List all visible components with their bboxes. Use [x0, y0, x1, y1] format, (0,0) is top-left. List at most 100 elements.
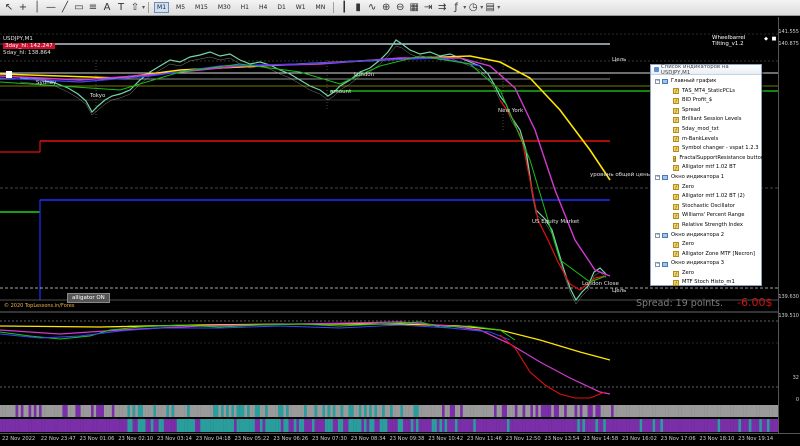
- histogram-bar-lower: [327, 419, 331, 432]
- histogram-bar-lower: [140, 419, 144, 432]
- indicator-item[interactable]: f Alligator mtf 1.02 BT (2): [651, 192, 761, 202]
- timeframe-w1-button[interactable]: W1: [293, 2, 309, 13]
- collapse-icon[interactable]: −: [655, 175, 660, 181]
- histogram-bar-lower: [475, 419, 479, 432]
- histogram-bar-lower: [122, 419, 125, 432]
- timeframe-h4-button[interactable]: H4: [256, 2, 270, 13]
- histogram-bar-lower: [343, 419, 346, 432]
- indicator-item-label: Alligator Zone MTF [Necron]: [682, 250, 755, 257]
- histogram-bar-upper: [647, 405, 651, 417]
- trendline-icon[interactable]: ╱: [59, 2, 71, 14]
- timeframe-m5-button[interactable]: M5: [173, 2, 188, 13]
- histogram-bar-lower: [514, 419, 518, 432]
- templates-icon[interactable]: ▤: [484, 2, 496, 14]
- indicator-item[interactable]: f BID Profit_$: [651, 96, 761, 106]
- histogram-bar-lower: [364, 419, 367, 432]
- histogram-bar-lower: [67, 419, 71, 432]
- periods-dropdown-icon[interactable]: ▾: [480, 4, 483, 11]
- timeframe-m30-button[interactable]: M30: [215, 2, 234, 13]
- indicator-group[interactable]: − Окно индикатора 3: [651, 259, 761, 269]
- ea-remove-icon[interactable]: ■: [771, 36, 777, 42]
- templates-dropdown-icon[interactable]: ▾: [497, 4, 500, 11]
- histogram-bar-lower: [85, 419, 89, 432]
- histogram-bar-upper: [418, 405, 422, 417]
- chart-area[interactable]: USDJPY,M1 3day_hl: 142.247 5day_hl: 138.…: [0, 17, 778, 433]
- autoscroll-icon[interactable]: ⇉: [436, 2, 448, 14]
- histogram-bar-upper: [158, 405, 162, 417]
- histogram-bar-lower: [431, 419, 435, 432]
- indicator-item[interactable]: f Stochastic Oscillator: [651, 202, 761, 212]
- timeframe-d1-button[interactable]: D1: [274, 2, 288, 13]
- candlestick-icon[interactable]: ▮: [352, 2, 364, 14]
- bar-chart-icon[interactable]: ┃: [338, 2, 350, 14]
- text-icon[interactable]: A: [101, 2, 113, 14]
- indicator-group[interactable]: − Главный график: [651, 77, 761, 87]
- histogram-bar-lower: [72, 419, 76, 432]
- alligator-toggle-button[interactable]: alligator ON: [67, 293, 110, 303]
- arrow-icon[interactable]: ⇧: [129, 2, 141, 14]
- indicator-group[interactable]: − Окно индикатора 1: [651, 173, 761, 183]
- line-chart-icon[interactable]: ∿: [366, 2, 378, 14]
- fibonacci-icon[interactable]: ≡: [87, 2, 99, 14]
- time-label: 23 Nov 06:26: [273, 436, 309, 442]
- indicator-item[interactable]: f Brilliant Session Levels: [651, 115, 761, 125]
- histogram-bar-lower: [754, 419, 757, 432]
- histogram-bar-upper: [57, 405, 60, 417]
- histogram-bar-upper: [704, 405, 708, 417]
- histogram-bar-lower: [304, 419, 307, 432]
- periods-clock-icon[interactable]: ◷: [467, 2, 479, 14]
- timeframe-mn-button[interactable]: MN: [313, 2, 329, 13]
- indicator-item[interactable]: f Zero: [651, 269, 761, 279]
- indicator-item[interactable]: f Alligator Zone MTF [Necron]: [651, 250, 761, 260]
- indicator-item[interactable]: f TAS_MT4_StaticPCLs: [651, 87, 761, 97]
- histogram-bar-upper: [486, 405, 489, 417]
- indicator-item[interactable]: f Alligator mtf 1.02 BT: [651, 163, 761, 173]
- indicator-item[interactable]: f Relative Strength Index: [651, 221, 761, 231]
- time-axis[interactable]: 22 Nov 2022 22 Nov 23:47 23 Nov 01:06 23 No…: [0, 433, 800, 446]
- indicator-item[interactable]: f Zero: [651, 240, 761, 250]
- more-tools-dropdown-icon[interactable]: ▾: [142, 4, 145, 11]
- indicator-list-panel[interactable]: Список индикаторов на USDJPY,M1 − Главный…: [650, 64, 777, 288]
- price-scale[interactable]: 141.555 140.875 139.630 139.510 32 0: [778, 17, 800, 433]
- timeframe-m1-button[interactable]: M1: [154, 2, 170, 13]
- indicator-item[interactable]: f MTF Stoch Histo_m1: [651, 278, 761, 288]
- collapse-icon[interactable]: −: [655, 232, 660, 238]
- tile-windows-icon[interactable]: ▦: [408, 2, 420, 14]
- channel-icon[interactable]: ▭: [73, 2, 85, 14]
- vertical-line-icon[interactable]: │: [31, 2, 43, 14]
- histogram-bar-lower: [10, 419, 14, 432]
- indicator-item[interactable]: f Zero: [651, 183, 761, 193]
- histogram-bar-upper: [54, 405, 58, 417]
- indicators-icon[interactable]: ƒ: [450, 2, 462, 14]
- ea-settings-icon[interactable]: ◆: [763, 36, 769, 42]
- horizontal-line-icon[interactable]: —: [45, 2, 57, 14]
- indicator-item[interactable]: f m-BankLevels: [651, 135, 761, 145]
- timeframe-h1-button[interactable]: H1: [238, 2, 252, 13]
- histogram-bar-lower: [26, 419, 29, 432]
- histogram-bar-lower: [449, 419, 453, 432]
- zoom-out-icon[interactable]: ⊖: [394, 2, 406, 14]
- crosshair-icon[interactable]: +: [17, 2, 29, 14]
- histogram-bar-lower: [624, 419, 627, 432]
- indicators-dropdown-icon[interactable]: ▾: [463, 4, 466, 11]
- collapse-icon[interactable]: −: [655, 261, 660, 267]
- chart-shift-icon[interactable]: ⇥: [422, 2, 434, 14]
- indicator-group[interactable]: − Окно индикатора 2: [651, 231, 761, 241]
- histogram-bar-upper: [538, 405, 541, 417]
- indicator-item[interactable]: f FractalSupportResistance button 1.05: [651, 154, 777, 164]
- histogram-bar-lower: [566, 419, 570, 432]
- indicator-item[interactable]: f 5day_mod_txt: [651, 125, 761, 135]
- histogram-bar-lower: [442, 419, 445, 432]
- histogram-bar-upper: [517, 405, 521, 417]
- indicator-item[interactable]: f Williams' Percent Range: [651, 211, 761, 221]
- histogram-bar-upper: [88, 405, 92, 417]
- indicator-item[interactable]: f Spread: [651, 106, 761, 116]
- histogram-bar-upper: [738, 405, 742, 417]
- label-icon[interactable]: T: [115, 2, 127, 14]
- zoom-in-icon[interactable]: ⊕: [380, 2, 392, 14]
- cursor-icon[interactable]: ↖: [3, 2, 15, 14]
- timeframe-m15-button[interactable]: M15: [192, 2, 211, 13]
- collapse-icon[interactable]: −: [655, 79, 660, 85]
- histogram-bar-upper: [348, 405, 352, 417]
- indicator-item[interactable]: f Symbol changer - vspat 1.2.3: [651, 144, 761, 154]
